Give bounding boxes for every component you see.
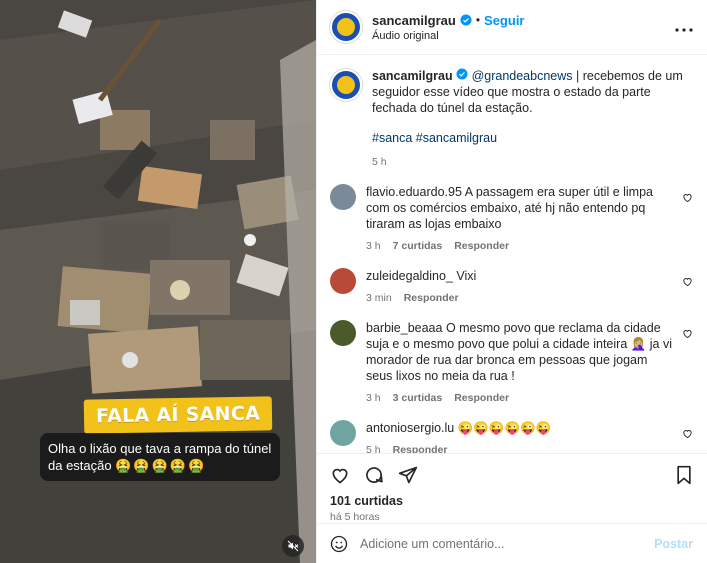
heart-icon [683, 278, 692, 287]
comment-text: 😜😜😜😜😜😜 [457, 421, 552, 435]
caption-mention[interactable]: @grandeabcnews [472, 69, 573, 83]
comment-time: 3 h [366, 392, 381, 404]
caption-author-avatar[interactable] [330, 69, 362, 101]
comment-like-button[interactable] [677, 184, 693, 254]
heart-icon [683, 330, 692, 339]
add-comment-bar: Adicione um comentário... Postar [317, 523, 707, 563]
comment-username[interactable]: zuleidegaldino_ [366, 269, 453, 283]
post-video[interactable]: FALA AÍ SANCA Olha o lixão que tava a ra… [0, 0, 316, 563]
commenter-avatar[interactable] [330, 184, 356, 210]
reply-button[interactable]: Responder [393, 442, 448, 453]
add-comment-input[interactable]: Adicione um comentário... [360, 537, 654, 551]
comment-text: Vixi [456, 269, 477, 283]
video-overlay-tag: FALA AÍ SANCA [83, 396, 273, 434]
post-time: há 5 horas [330, 511, 380, 523]
speaker-muted-icon [287, 540, 299, 552]
post-actions: 101 curtidas há 5 horas [317, 453, 707, 523]
mute-button[interactable] [282, 535, 304, 557]
reply-button[interactable]: Responder [454, 390, 509, 406]
heart-icon [683, 194, 692, 203]
reply-button[interactable]: Responder [404, 290, 459, 306]
comment-time: 3 min [366, 292, 392, 304]
comment-like-button[interactable] [677, 420, 693, 453]
verified-badge-icon [456, 68, 468, 80]
author-avatar[interactable] [330, 11, 362, 43]
comment-item: antoniosergio.lu 😜😜😜😜😜😜 5 h Responder [330, 420, 693, 453]
separator-dot: • [475, 13, 481, 27]
post-comment-button[interactable]: Postar [654, 537, 693, 551]
comment-username[interactable]: barbie_beaaa [366, 321, 442, 335]
comment-like-button[interactable] [677, 268, 693, 306]
comment-likes[interactable]: 7 curtidas [393, 238, 443, 254]
reply-button[interactable]: Responder [454, 238, 509, 254]
comment-likes[interactable]: 3 curtidas [393, 390, 443, 406]
post-side-panel: sancamilgrau • Seguir Áudio original san… [316, 0, 707, 563]
save-bookmark-icon[interactable] [675, 465, 693, 485]
comment-item: barbie_beaaa O mesmo povo que reclama da… [330, 320, 693, 406]
follow-button[interactable]: Seguir [484, 13, 524, 28]
comment-like-button[interactable] [677, 320, 693, 406]
emoji-smiley-icon[interactable] [330, 535, 348, 553]
caption-hashtags[interactable]: #sanca #sancamilgrau [372, 130, 693, 146]
commenter-avatar[interactable] [330, 320, 356, 346]
commenter-avatar[interactable] [330, 420, 356, 446]
comment-username[interactable]: antoniosergio.lu [366, 421, 454, 435]
comment-time: 3 h [366, 240, 381, 252]
author-username[interactable]: sancamilgrau [372, 13, 456, 28]
comment-item: zuleidegaldino_ Vixi 3 min Responder [330, 268, 693, 306]
verified-badge-icon [460, 14, 472, 26]
comment-time: 5 h [366, 444, 381, 453]
caption-author[interactable]: sancamilgrau [372, 69, 453, 83]
audio-label[interactable]: Áudio original [372, 30, 675, 42]
comment-item: flavio.eduardo.95 A passagem era super ú… [330, 184, 693, 254]
comments-list[interactable]: sancamilgrau @grandeabcnews | recebemos … [317, 55, 707, 453]
likes-count[interactable]: 101 curtidas [330, 494, 693, 508]
video-caption-emoji: 🤮🤮🤮🤮🤮 [115, 458, 207, 473]
post-header: sancamilgrau • Seguir Áudio original [317, 0, 707, 55]
like-heart-icon[interactable] [330, 465, 350, 485]
instagram-post: FALA AÍ SANCA Olha o lixão que tava a ra… [0, 0, 707, 563]
more-options-icon[interactable] [675, 17, 693, 38]
heart-icon [683, 430, 692, 439]
caption-time: 5 h [372, 156, 387, 168]
comment-username[interactable]: flavio.eduardo.95 [366, 185, 462, 199]
commenter-avatar[interactable] [330, 268, 356, 294]
video-overlay-caption: Olha o lixão que tava a rampa do túnel d… [40, 433, 280, 481]
share-send-icon[interactable] [398, 465, 418, 485]
comment-bubble-icon[interactable] [364, 465, 384, 485]
post-caption: sancamilgrau @grandeabcnews | recebemos … [330, 68, 693, 170]
